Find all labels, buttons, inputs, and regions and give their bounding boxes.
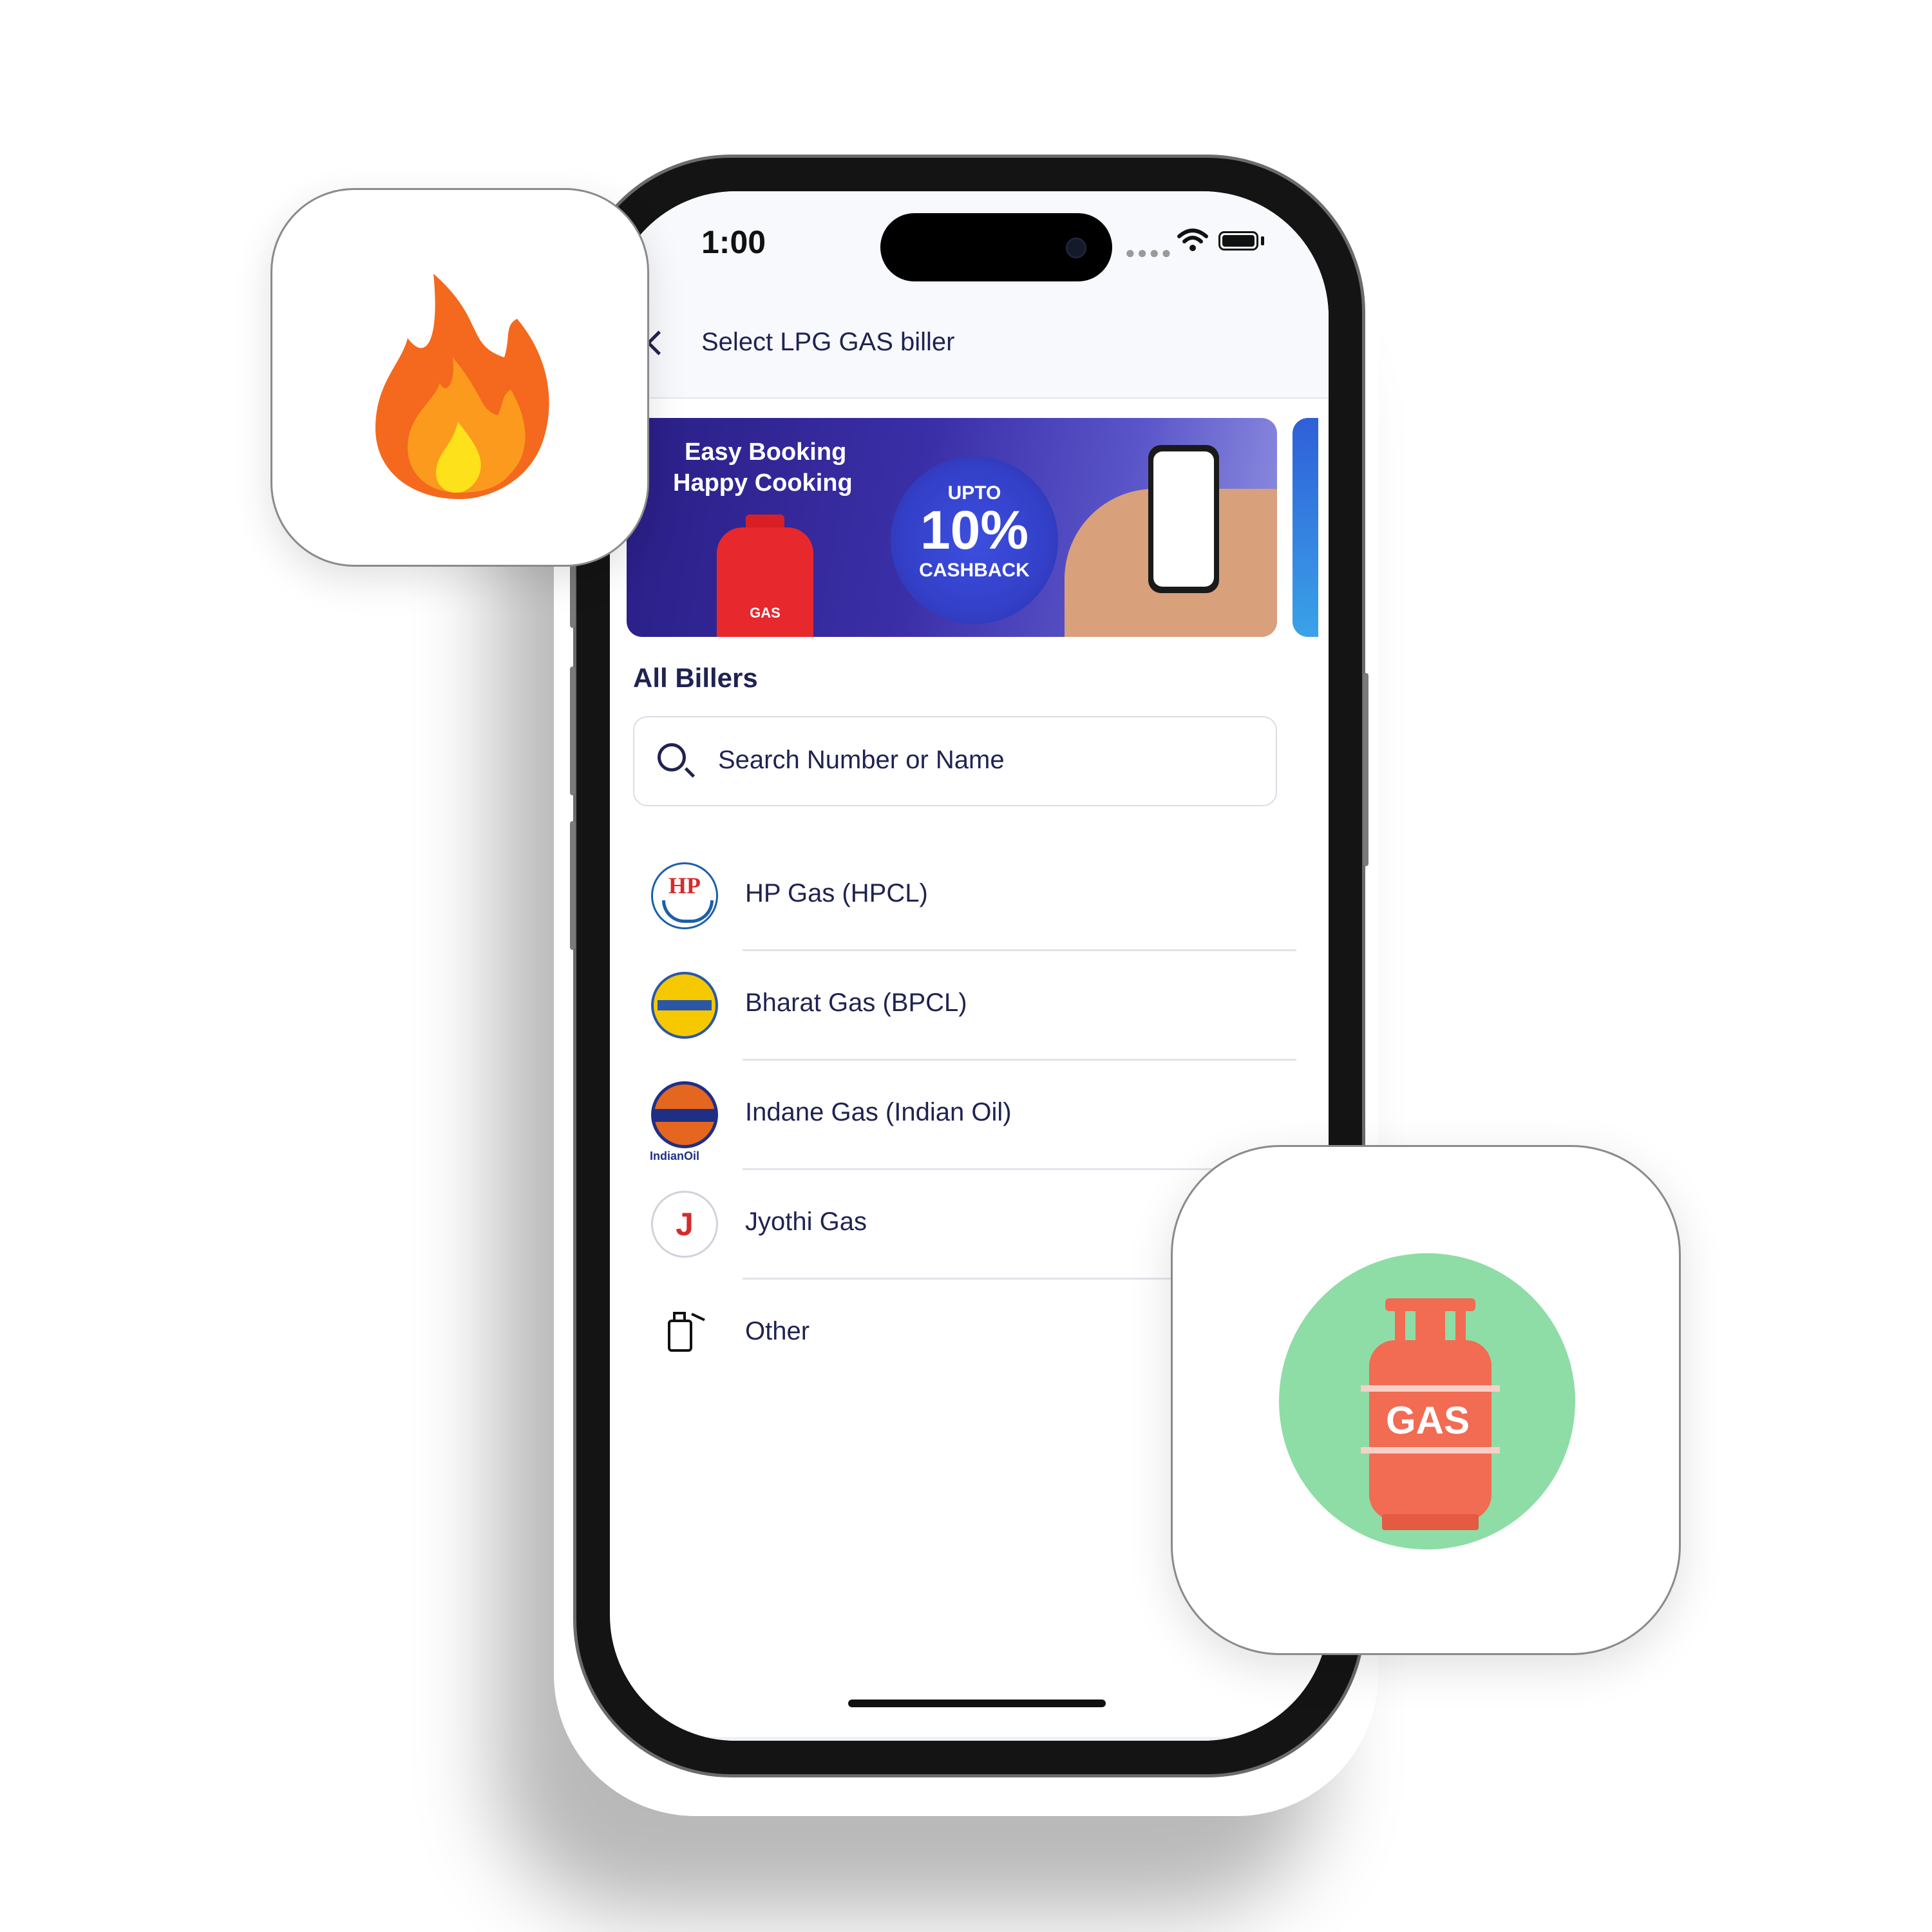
biller-row-bharat[interactable]: Bharat Gas (BPCL)	[610, 951, 1329, 1061]
bharat-gas-logo-icon	[651, 972, 718, 1039]
biller-label: HP Gas (HPCL)	[745, 879, 928, 907]
section-title: All Billers	[633, 663, 758, 693]
biller-label: Bharat Gas (BPCL)	[745, 989, 967, 1017]
phone-button	[570, 821, 575, 950]
status-time: 1:00	[701, 224, 766, 260]
jyothi-gas-logo-icon: J	[651, 1191, 718, 1258]
wifi-icon	[1177, 229, 1208, 251]
gas-app-icon-card: GAS	[1171, 1145, 1681, 1655]
phone-button	[1363, 673, 1368, 866]
indianoil-logo-text: IndianOil	[650, 1150, 700, 1162]
next-banner-peek[interactable]	[1293, 418, 1318, 637]
promo-banner[interactable]: Easy Booking Happy Cooking GAS UPTO 10% …	[627, 418, 1277, 637]
biller-label: Other	[745, 1317, 810, 1345]
battery-icon	[1218, 231, 1258, 251]
banner-phone-illustration	[1148, 445, 1219, 593]
battery-tip	[1261, 236, 1264, 245]
phone-button	[570, 667, 575, 795]
banner-line2: Happy Cooking	[673, 469, 853, 497]
search-box[interactable]	[633, 716, 1277, 806]
biller-label: Jyothi Gas	[745, 1208, 867, 1236]
indianoil-logo-icon	[651, 1081, 718, 1148]
cashback-badge: UPTO 10% CASHBACK	[891, 457, 1058, 624]
banner-line1: Easy Booking	[685, 439, 847, 466]
cashback-percent: 10%	[920, 500, 1029, 560]
home-indicator[interactable]	[848, 1700, 1106, 1707]
cylinder-icon	[651, 1300, 718, 1367]
gas-icon-label: GAS	[1385, 1399, 1470, 1442]
dynamic-island	[880, 213, 1112, 281]
cellular-signal-icon: ●●●●	[1125, 243, 1173, 262]
app-header: 1:00 ●●●● Select LPG GAS biller	[610, 191, 1329, 399]
bottom-strip	[610, 1737, 1329, 1741]
banner-cylinder-label: GAS	[750, 605, 781, 621]
cashback-text: CASHBACK	[919, 560, 1030, 581]
search-icon	[658, 743, 686, 772]
hp-logo-icon: HP	[651, 862, 718, 929]
search-input[interactable]	[718, 746, 1233, 775]
fire-app-icon-card	[270, 188, 649, 567]
biller-row-hp[interactable]: HP HP Gas (HPCL)	[610, 842, 1329, 951]
fire-icon	[375, 274, 549, 499]
biller-label: Indane Gas (Indian Oil)	[745, 1098, 1012, 1126]
page-title: Select LPG GAS biller	[701, 328, 955, 356]
camera-icon	[1066, 238, 1086, 258]
